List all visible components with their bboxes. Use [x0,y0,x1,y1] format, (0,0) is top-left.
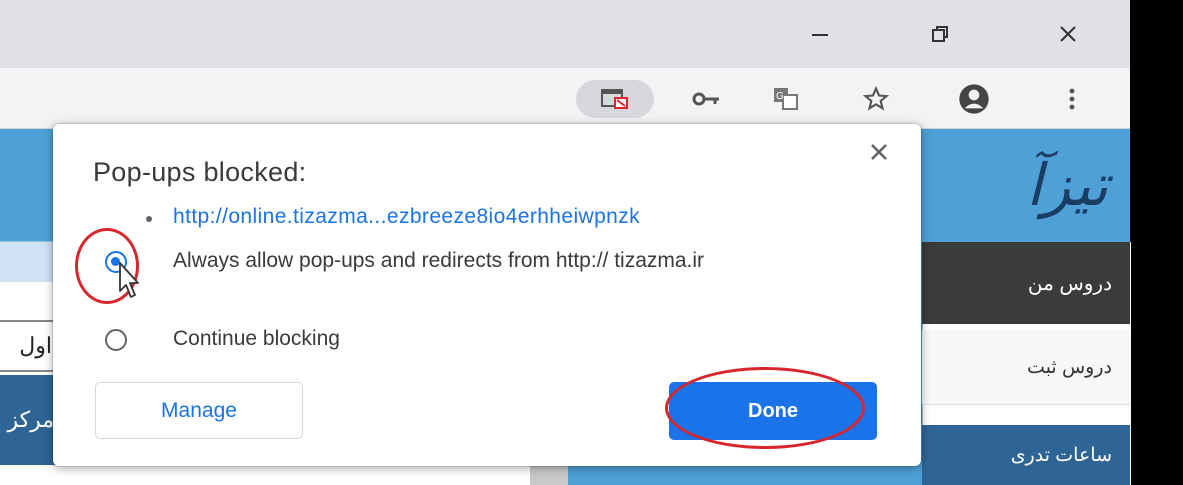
radio-continue-blocking[interactable] [105,329,127,351]
option-continue-blocking-label[interactable]: Continue blocking [173,324,340,354]
site-logo: تیزآ [1026,151,1108,219]
blocked-url-link[interactable]: http://online.tizazma...ezbreeze8io4erhh… [173,205,640,229]
svg-text:G: G [776,91,784,102]
dialog-title: Pop-ups blocked: [93,157,307,187]
side-menu-footer[interactable]: ساعات تدری [922,425,1130,485]
dialog-close-icon[interactable] [861,134,897,170]
more-menu-icon[interactable] [1054,81,1090,117]
side-menu-header[interactable]: دروس من [922,242,1130,324]
bullet-icon [146,216,152,222]
page-header-band [0,129,60,241]
page-tab-strip [0,241,60,282]
minimize-icon[interactable] [800,14,840,54]
manage-button[interactable]: Manage [95,382,303,439]
screen-edge [1130,0,1183,485]
window-titlebar [0,0,1130,68]
popup-blocked-dialog: Pop-ups blocked: http://online.tizazma..… [53,124,921,466]
popup-blocked-icon[interactable] [597,81,633,117]
key-icon[interactable] [688,81,724,117]
close-icon[interactable] [1048,14,1088,54]
translate-icon[interactable]: G [768,81,804,117]
mouse-cursor-icon [119,262,139,298]
account-icon[interactable] [956,81,992,117]
restore-icon[interactable] [920,14,960,54]
option-always-allow-label[interactable]: Always allow pop-ups and redirects from … [173,246,873,276]
side-menu-item[interactable]: دروس ثبت [922,330,1130,405]
page-dark-button[interactable]: مرکز [0,375,60,465]
page-text-input[interactable]: اول [0,320,60,372]
star-icon[interactable] [858,81,894,117]
annotation-circle-done [665,367,865,449]
